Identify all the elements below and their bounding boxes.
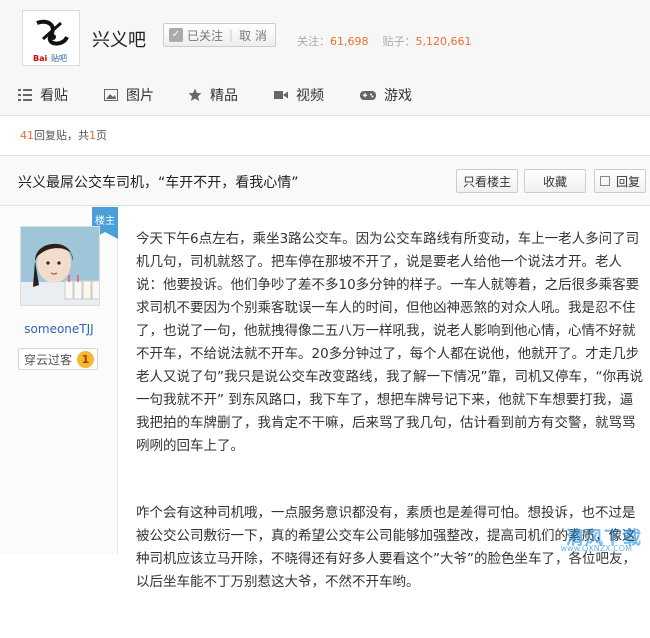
author-username[interactable]: someoneTJJ bbox=[0, 322, 118, 336]
only-op-button[interactable]: 只看楼主 bbox=[456, 169, 518, 193]
watermark-url: www.QXNZX.COM bbox=[560, 544, 633, 553]
divider: | bbox=[229, 28, 234, 42]
forum-header: Bai 贴吧 兴义吧 ✓ 已关注 | 取 消 关注：61,698 贴子：5,120… bbox=[0, 0, 650, 74]
list-icon bbox=[18, 89, 32, 101]
tab-label: 看贴 bbox=[40, 88, 68, 104]
tab-images[interactable]: 图片 bbox=[104, 84, 154, 106]
follow-label: 已关注 bbox=[187, 28, 224, 43]
level-number: 1 bbox=[77, 351, 94, 368]
tab-video[interactable]: 视频 bbox=[274, 84, 324, 106]
post-paragraph: 今天下午6点左右，乘坐3路公交车。因为公交车路线有所变动，车上一老人多问了司机几… bbox=[136, 231, 643, 454]
reply-button[interactable]: 回复 bbox=[594, 169, 646, 193]
forum-stats: 关注：61,698 贴子：5,120,661 bbox=[297, 33, 471, 49]
forum-logo[interactable]: Bai 贴吧 bbox=[22, 10, 80, 66]
svg-text:贴吧: 贴吧 bbox=[51, 53, 67, 63]
forum-tabs: 看贴 图片 精品 视频 游戏 bbox=[0, 74, 650, 116]
tab-featured[interactable]: 精品 bbox=[188, 84, 238, 106]
tab-label: 游戏 bbox=[384, 88, 412, 104]
followers-count: 61,698 bbox=[330, 35, 369, 48]
tab-games[interactable]: 游戏 bbox=[360, 84, 412, 106]
page-text: 页 bbox=[96, 129, 107, 142]
image-icon bbox=[104, 89, 118, 101]
post-content: 今天下午6点左右，乘坐3路公交车。因为公交车路线有所变动，车上一老人多问了司机几… bbox=[136, 228, 646, 638]
reply-count: 41 bbox=[20, 129, 34, 142]
tab-posts[interactable]: 看贴 bbox=[18, 84, 68, 106]
author-sidebar: 楼主 someoneTJJ 穿云过客 1 bbox=[0, 207, 118, 554]
star-icon bbox=[188, 88, 202, 101]
thread-title-bar: 兴义最屌公交车司机，“车开不开，看我心情” 只看楼主 收藏 回复 bbox=[0, 155, 650, 206]
reply-info: 41回复贴，共1页 bbox=[20, 127, 107, 143]
author-level[interactable]: 穿云过客 1 bbox=[18, 348, 98, 370]
followers-label: 关注： bbox=[297, 35, 330, 48]
follow-button[interactable]: ✓ 已关注 | 取 消 bbox=[163, 23, 276, 47]
forum-name[interactable]: 兴义吧 bbox=[92, 26, 146, 52]
video-icon bbox=[274, 91, 288, 99]
gamepad-icon bbox=[360, 91, 376, 100]
svg-text:Bai: Bai bbox=[33, 54, 47, 63]
reply-icon bbox=[599, 176, 610, 186]
posts-count: 5,120,661 bbox=[415, 35, 472, 48]
avatar[interactable] bbox=[20, 226, 100, 306]
reply-text: 回复贴，共 bbox=[34, 129, 89, 142]
level-name: 穿云过客 bbox=[24, 352, 73, 367]
tab-label: 精品 bbox=[210, 88, 238, 104]
unfollow-button[interactable]: 取 消 bbox=[239, 27, 267, 44]
favorite-button[interactable]: 收藏 bbox=[524, 169, 586, 193]
tab-label: 视频 bbox=[296, 88, 324, 104]
thread-title: 兴义最屌公交车司机，“车开不开，看我心情” bbox=[18, 175, 299, 191]
page-count: 1 bbox=[89, 129, 96, 142]
tab-label: 图片 bbox=[126, 88, 154, 104]
check-icon: ✓ bbox=[169, 28, 183, 42]
posts-label: 贴子： bbox=[382, 35, 416, 48]
op-badge-label: 楼主 bbox=[95, 216, 115, 227]
reply-label: 回复 bbox=[615, 174, 640, 189]
